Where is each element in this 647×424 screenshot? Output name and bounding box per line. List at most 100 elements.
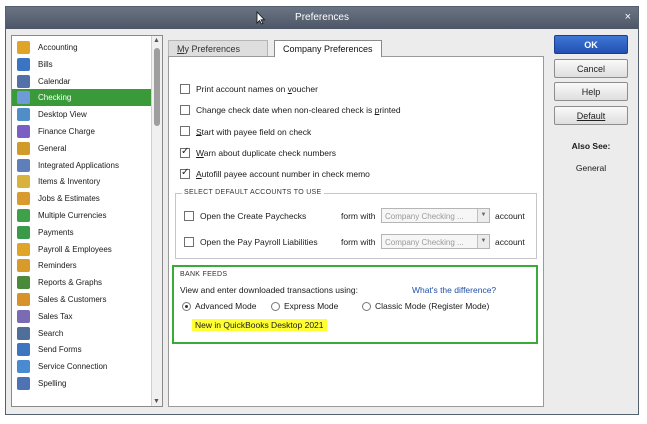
checkbox-label: Start with payee field on check [196,126,311,136]
sidebar-item[interactable]: Reminders [12,257,152,274]
radio-button[interactable] [271,302,280,312]
help-button[interactable]: Help [554,82,628,101]
tab-my-label: y Preferences [184,44,241,54]
scrollbar-thumb[interactable] [154,48,160,126]
desktop-view-icon [17,108,30,122]
sidebar-item-label: Send Forms [38,345,82,355]
checkbox[interactable] [184,211,194,221]
category-list-scrollbar[interactable]: ▲ ▼ [151,36,162,406]
label-text: utofill payee account number in check me… [201,168,370,179]
sidebar-item[interactable]: Checking [12,89,152,107]
ok-button[interactable]: OK [554,35,628,54]
sidebar-item[interactable]: Integrated Applications [12,157,152,174]
close-icon[interactable]: × [625,11,631,23]
accounting-icon [17,41,30,54]
account-dropdown-value: Company Checking ... [385,212,464,221]
sidebar-item-label: Jobs & Estimates [38,194,100,204]
sidebar-item-label: Payroll & Employees [38,244,112,254]
tab-my-preferences[interactable]: My Preferences [168,40,268,57]
sidebar-item-label: General [38,143,67,153]
sidebar-item[interactable]: Spelling [12,375,152,392]
sidebar-item[interactable]: Send Forms [12,341,152,358]
also-see-general-link[interactable]: General [554,163,628,173]
account-dropdown[interactable]: Company Checking ... ▼ [381,234,490,249]
scroll-down-icon[interactable]: ▼ [153,398,160,405]
checked-box-icon[interactable] [180,167,190,179]
checkbox[interactable] [180,83,190,94]
default-accounts-group: SELECT DEFAULT ACCOUNTS TO USE Open the … [175,189,537,259]
checkbox[interactable] [180,105,190,116]
title-bar: Preferences × [6,7,638,29]
sidebar-item-label: Integrated Applications [38,160,119,170]
preference-checkbox-row[interactable]: Warn about duplicate check numbers [180,146,336,161]
checkbox-label: Autofill payee account number in check m… [196,169,370,179]
preference-checkbox-row[interactable]: Change check date when non-cleared check… [180,104,401,118]
chevron-down-icon[interactable]: ▼ [477,209,489,222]
whats-the-difference-link[interactable]: What's the difference? [412,285,496,295]
bank-feeds-prompt: View and enter downloaded transactions u… [180,285,358,295]
account-dropdown[interactable]: Company Checking ... ▼ [381,208,490,223]
integrated-apps-icon [17,158,30,172]
sidebar-item[interactable]: Reports & Graphs [12,274,152,291]
form-with-label: form with [341,237,376,247]
preference-checkbox-row[interactable]: Autofill payee account number in check m… [180,167,370,182]
bank-feed-mode-option[interactable]: Express Mode [271,301,339,312]
checkbox[interactable] [180,126,190,137]
calendar-icon [17,74,30,88]
sidebar-item-label: Accounting [38,43,78,52]
spelling-icon [17,377,30,390]
default-button[interactable]: Default [554,106,628,125]
jobs-estimates-icon [17,192,30,206]
cancel-button[interactable]: Cancel [554,59,628,78]
checkbox-label: Print account names on voucher [196,84,318,94]
radio-label: Express Mode [284,301,339,311]
sidebar-item[interactable]: Calendar [12,73,152,90]
sidebar-item[interactable]: Accounting [12,39,152,56]
tab-my-mnemonic: M [177,44,185,54]
bank-feed-mode-option[interactable]: Classic Mode (Register Mode) [362,301,489,312]
sidebar-item[interactable]: Finance Charge [12,123,152,140]
sidebar-item[interactable]: Items & Inventory [12,173,152,190]
dialog-title: Preferences [295,12,349,23]
payments-icon [17,225,30,239]
preferences-category-list[interactable]: Accounting Bills Calendar Checking Desktop V… [11,35,163,407]
preference-checkbox-row[interactable]: Print account names on voucher [180,83,318,97]
bank-feed-mode-option[interactable]: Advanced Mode [182,301,257,312]
sidebar-item[interactable]: Service Connection [12,358,152,375]
sidebar-item[interactable]: Search [12,325,152,342]
sidebar-item[interactable]: Multiple Currencies [12,207,152,224]
sidebar-item[interactable]: Desktop View [12,106,152,123]
chevron-down-icon[interactable]: ▼ [477,235,489,248]
sidebar-item-label: Finance Charge [38,127,95,136]
default-button-label: Default [576,111,606,121]
preference-checkbox-row[interactable]: Start with payee field on check [180,126,311,140]
radio-button[interactable] [362,302,371,312]
currencies-icon [17,209,30,222]
sidebar-item[interactable]: General [12,140,152,157]
sidebar-item[interactable]: Sales Tax [12,308,152,325]
sidebar-item-label: Items & Inventory [38,177,101,187]
sidebar-item-label: Spelling [38,379,67,388]
sidebar-item[interactable]: Jobs & Estimates [12,190,152,207]
sidebar-item[interactable]: Payroll & Employees [12,241,152,258]
sidebar-item[interactable]: Payments [12,224,152,241]
sidebar-item[interactable]: Bills [12,56,152,73]
checkbox[interactable] [184,237,194,247]
scroll-up-icon[interactable]: ▲ [153,37,160,44]
label-mnemonic: W [196,147,204,158]
tab-company-preferences[interactable]: Company Preferences [274,40,382,57]
sidebar-item-label: Service Connection [38,362,108,372]
checking-icon [17,91,30,105]
sidebar-item[interactable]: Sales & Customers [12,291,152,308]
checked-box-icon[interactable] [180,146,190,158]
mouse-pointer-icon [256,11,266,25]
sales-tax-icon [17,309,30,323]
items-inventory-icon [17,175,30,189]
payroll-icon [17,242,30,256]
sidebar-item-label: Desktop View [38,110,87,120]
radio-button[interactable] [182,302,191,312]
account-suffix-label: account [495,211,525,221]
sidebar-item-label: Reminders [38,261,77,271]
radio-label: Advanced Mode [195,301,257,311]
reports-graphs-icon [17,276,30,290]
